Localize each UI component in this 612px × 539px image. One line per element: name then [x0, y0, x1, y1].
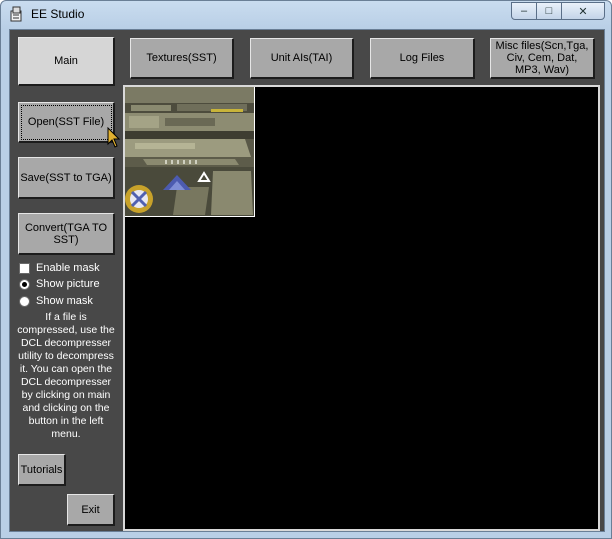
- show-mask-label: Show mask: [36, 295, 93, 307]
- maximize-button[interactable]: □: [536, 2, 562, 20]
- title-bar[interactable]: EE Studio – □ ✕: [1, 1, 611, 29]
- close-icon: ✕: [578, 5, 588, 18]
- window-title: EE Studio: [31, 7, 85, 21]
- close-button[interactable]: ✕: [561, 2, 605, 20]
- open-sst-button[interactable]: Open(SST File): [18, 102, 115, 143]
- app-icon: [10, 6, 22, 22]
- show-picture-option[interactable]: Show picture: [19, 278, 100, 290]
- show-picture-label: Show picture: [36, 278, 100, 290]
- texture-canvas[interactable]: [123, 85, 600, 531]
- exit-button[interactable]: Exit: [67, 494, 115, 526]
- tutorials-button[interactable]: Tutorials: [18, 454, 66, 486]
- mouse-cursor-icon: [107, 127, 121, 148]
- maximize-icon: □: [545, 5, 553, 17]
- help-text: If a file is compressed, use the DCL dec…: [17, 311, 115, 440]
- minimize-icon: –: [520, 5, 528, 17]
- enable-mask-option[interactable]: Enable mask: [19, 262, 100, 274]
- textures-button[interactable]: Textures(SST): [130, 38, 234, 79]
- minimize-button[interactable]: –: [511, 2, 537, 20]
- texture-preview-image: [125, 87, 255, 217]
- unit-ais-button[interactable]: Unit AIs(TAI): [250, 38, 354, 79]
- app-window: EE Studio – □ ✕ Main Textures(SST) Unit …: [0, 0, 612, 539]
- enable-mask-label: Enable mask: [36, 262, 100, 274]
- main-button[interactable]: Main: [18, 37, 115, 86]
- save-sst-to-tga-button[interactable]: Save(SST to TGA): [18, 157, 115, 199]
- convert-tga-to-sst-button[interactable]: Convert(TGA TO SST): [18, 213, 115, 255]
- show-mask-option[interactable]: Show mask: [19, 295, 93, 307]
- main-panel: Main Textures(SST) Unit AIs(TAI) Log Fil…: [9, 29, 605, 532]
- show-picture-radio[interactable]: [19, 278, 30, 290]
- misc-files-button[interactable]: Misc files(Scn,Tga, Civ, Cem, Dat, MP3, …: [490, 38, 595, 79]
- enable-mask-checkbox[interactable]: [19, 262, 30, 274]
- log-files-button[interactable]: Log Files: [370, 38, 475, 79]
- show-mask-radio[interactable]: [19, 295, 30, 307]
